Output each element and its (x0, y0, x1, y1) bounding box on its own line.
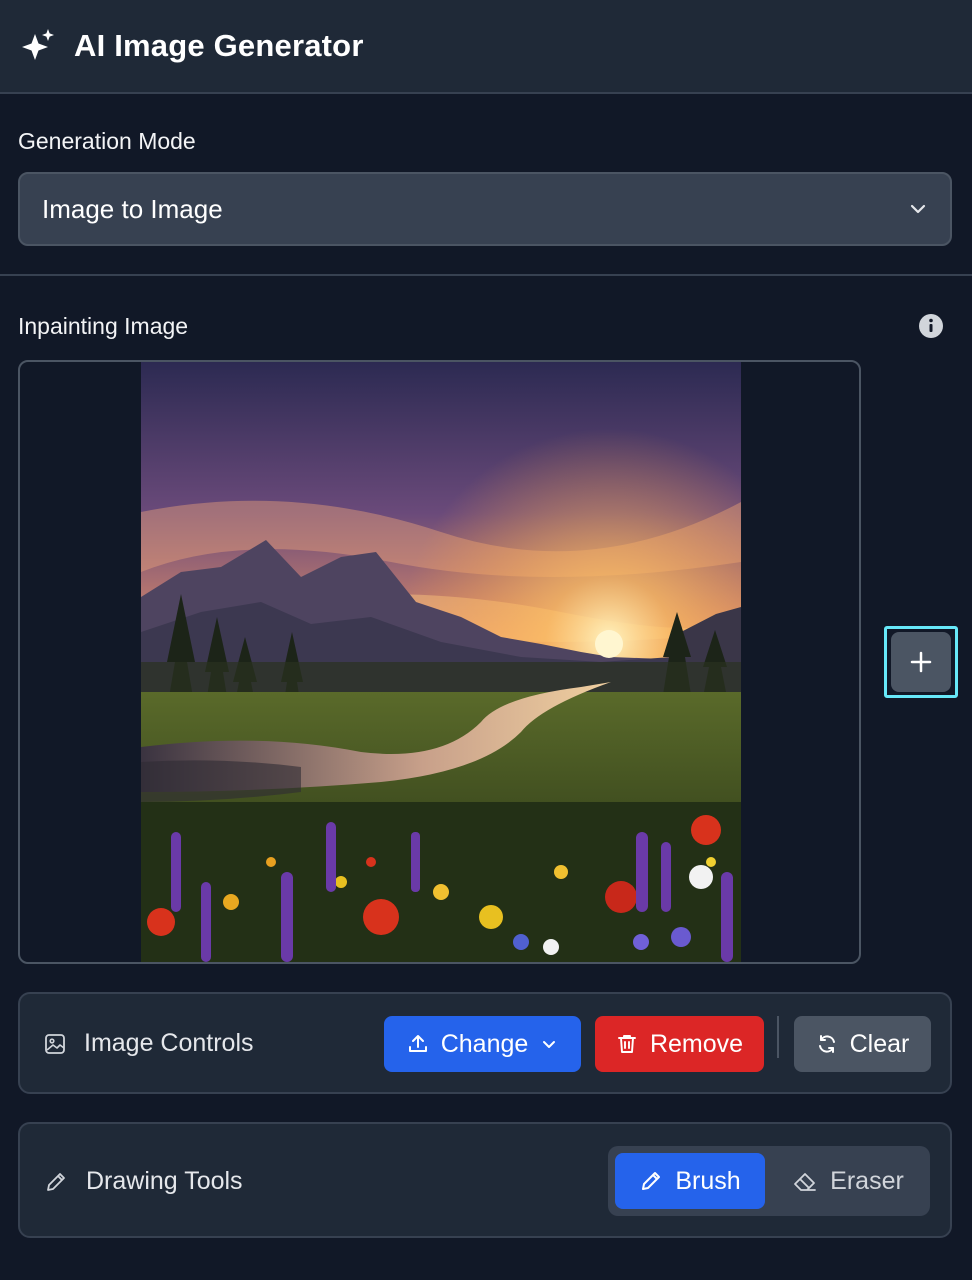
generation-mode-section: Generation Mode Image to Image (0, 94, 972, 276)
generation-mode-select[interactable]: Image to Image (18, 172, 952, 246)
button-divider (777, 1016, 779, 1058)
clear-button[interactable]: Clear (794, 1016, 931, 1072)
image-icon (45, 1033, 65, 1054)
chevron-down-icon (910, 204, 926, 214)
remove-button[interactable]: Remove (595, 1016, 764, 1072)
clear-button-label: Clear (849, 1029, 910, 1058)
trash-icon (618, 1035, 636, 1053)
change-button[interactable]: Change (384, 1016, 581, 1072)
tool-toggle-group: Brush Eraser (608, 1146, 930, 1216)
image-controls-header: Image Controls (44, 1029, 254, 1058)
refresh-icon (818, 1035, 835, 1053)
eraser-button-label: Eraser (830, 1166, 904, 1195)
chevron-down-icon (543, 1041, 556, 1048)
remove-button-label: Remove (649, 1029, 744, 1058)
app-header: AI Image Generator (0, 0, 972, 94)
eraser-icon (794, 1173, 817, 1191)
brush-button[interactable]: Brush (615, 1153, 765, 1209)
upload-icon (408, 1035, 427, 1052)
drawing-tools-panel: Drawing Tools Brush Eraser (18, 1122, 952, 1238)
image-controls-title: Image Controls (84, 1029, 254, 1057)
pencil-icon (47, 1172, 65, 1191)
brush-button-label: Brush (675, 1166, 741, 1195)
landscape-image (141, 362, 741, 962)
sparkles-icon (22, 29, 54, 60)
drawing-tools-title: Drawing Tools (86, 1167, 243, 1195)
eraser-button[interactable]: Eraser (773, 1153, 923, 1209)
inpainting-canvas[interactable] (18, 360, 861, 964)
info-icon[interactable] (918, 313, 944, 339)
app-title: AI Image Generator (74, 28, 364, 63)
drawing-tools-header: Drawing Tools (44, 1167, 243, 1196)
generation-mode-label: Generation Mode (18, 128, 196, 154)
pencil-icon (642, 1172, 661, 1190)
inpainting-image-label: Inpainting Image (18, 313, 189, 339)
change-button-label: Change (440, 1029, 529, 1058)
generation-mode-value: Image to Image (42, 193, 223, 224)
image-controls-panel: Image Controls Change Remove Clear (18, 992, 952, 1094)
plus-icon (910, 651, 932, 673)
add-image-button[interactable] (891, 632, 951, 692)
